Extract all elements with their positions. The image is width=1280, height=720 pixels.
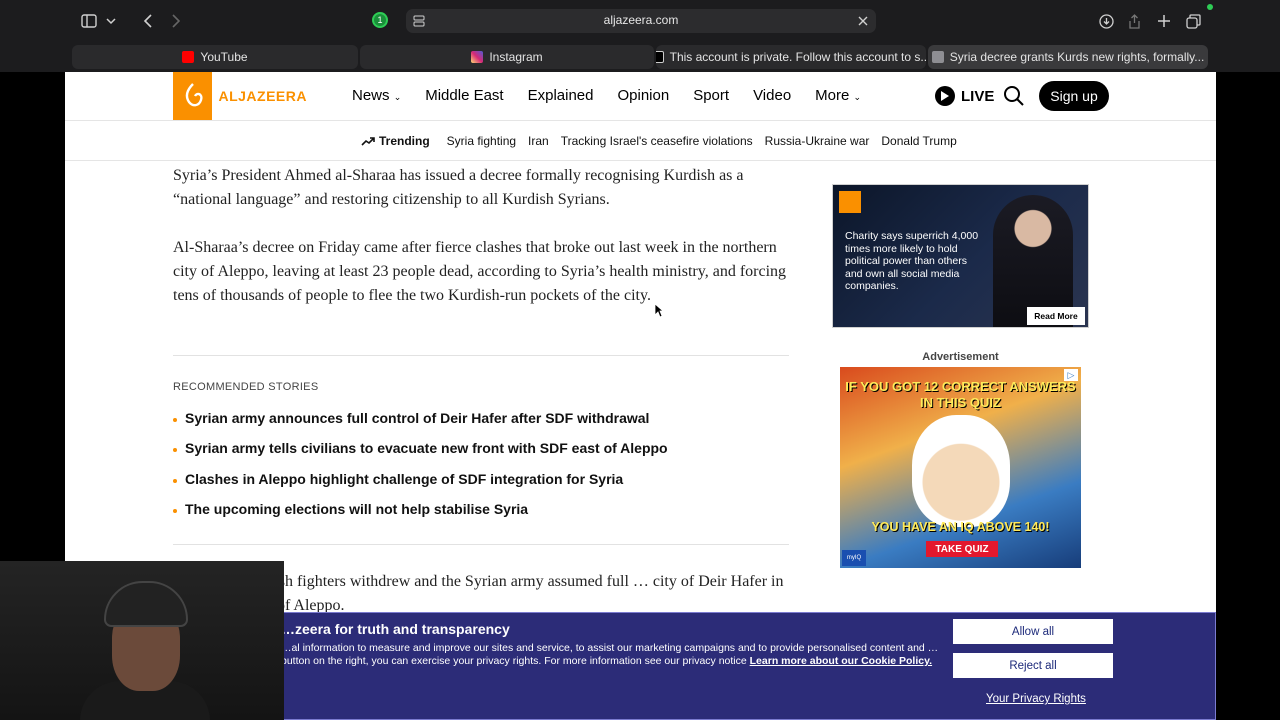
tab-tiktok[interactable]: This account is private. Follow this acc… [656, 45, 926, 69]
close-icon[interactable] [856, 13, 870, 29]
recommended-list: Syrian army announces full control of De… [173, 410, 668, 531]
back-icon[interactable] [140, 10, 156, 32]
chevron-down-icon[interactable] [104, 10, 118, 32]
ad-headline: Charity says superrich 4,000 times more … [845, 230, 979, 293]
sidebar-toggle-icon[interactable] [80, 10, 98, 32]
youtube-icon [182, 51, 195, 63]
allow-all-button[interactable]: Allow all [953, 619, 1113, 644]
download-icon[interactable] [1098, 10, 1114, 32]
trending-item[interactable]: Donald Trump [881, 134, 956, 148]
recommended-story-link[interactable]: Syrian army announces full control of De… [173, 410, 668, 440]
privacy-rights-link[interactable]: Your Privacy Rights [986, 693, 1086, 705]
nav-video[interactable]: Video [753, 87, 791, 104]
tiktok-icon [656, 51, 664, 63]
nav-opinion[interactable]: Opinion [618, 87, 670, 104]
nav-explained[interactable]: Explained [528, 87, 594, 104]
trending-item[interactable]: Iran [528, 134, 549, 148]
browser-toolbar: 1 aljazeera.com [0, 0, 1280, 42]
site-header: ALJAZEERA News ⌄ Middle East Explained O… [65, 72, 1216, 121]
trending-label: Trending [361, 134, 430, 148]
nav-sport[interactable]: Sport [693, 87, 729, 104]
sponsored-ad[interactable]: Charity says superrich 4,000 times more … [832, 184, 1089, 328]
trending-icon [361, 137, 375, 146]
address-bar[interactable]: aljazeera.com [406, 9, 876, 33]
nav-label: News [352, 87, 390, 104]
adchoices-icon[interactable]: ▷ [1064, 369, 1078, 381]
logo-text: ALJAZEERA [218, 88, 307, 104]
tab-instagram[interactable]: Instagram [360, 45, 654, 69]
url-text: aljazeera.com [603, 13, 679, 27]
trending-text: Trending [379, 134, 430, 148]
nav-more[interactable]: More ⌄ [815, 87, 861, 104]
chevron-down-icon: ⌄ [853, 92, 862, 102]
live-button[interactable]: LIVE [935, 86, 994, 106]
trending-item[interactable]: Syria fighting [447, 134, 516, 148]
ad-illustration [912, 415, 1010, 527]
tab-overview-icon[interactable] [1184, 10, 1202, 32]
divider [173, 355, 789, 356]
reject-all-button[interactable]: Reject all [953, 653, 1113, 678]
nav-middle-east[interactable]: Middle East [425, 87, 503, 104]
forward-icon[interactable] [168, 10, 184, 32]
tab-label: Instagram [489, 50, 543, 64]
screen: 1 aljazeera.com YouTube Instagram This a… [0, 0, 1280, 720]
article-paragraph: Al-Sharaa’s decree on Friday came after … [173, 239, 787, 304]
trending-item[interactable]: Tracking Israel's ceasefire violations [561, 134, 753, 148]
tab-bar: YouTube Instagram This account is privat… [0, 42, 1280, 72]
trending-item[interactable]: Russia-Ukraine war [765, 134, 870, 148]
take-quiz-button[interactable]: TAKE QUIZ [926, 541, 998, 557]
site-icon [931, 51, 944, 63]
instagram-icon [471, 51, 484, 63]
live-label: LIVE [961, 87, 995, 105]
tab-label: This account is private. Follow this acc… [669, 50, 926, 64]
webcam-person-cap [104, 581, 188, 627]
tab-label: Syria decree grants Kurds new rights, fo… [949, 50, 1205, 64]
share-icon[interactable] [1126, 10, 1142, 32]
iq-quiz-ad[interactable]: IF YOU GOT 12 CORRECT ANSWERS IN THIS QU… [840, 367, 1081, 568]
recommended-story-link[interactable]: Syrian army tells civilians to evacuate … [173, 440, 668, 470]
nav-label: More [815, 87, 850, 104]
ad-headline: IF YOU GOT 12 CORRECT ANSWERS IN THIS QU… [845, 379, 1076, 410]
main-nav: News ⌄ Middle East Explained Opinion Spo… [352, 87, 885, 104]
read-more-button[interactable]: Read More [1027, 307, 1085, 325]
advertisement-label: Advertisement [922, 351, 999, 363]
signup-button[interactable]: Sign up [1039, 81, 1109, 111]
trending-bar: Trending Syria fighting Iran Tracking Is… [65, 122, 1216, 161]
cookie-text: …al information to measure and improve o… [281, 642, 941, 668]
chevron-down-icon: ⌄ [393, 92, 402, 102]
aljazeera-logo-icon [173, 72, 213, 120]
mouse-cursor-icon [654, 303, 664, 318]
webcam-overlay [0, 561, 284, 720]
article-body: Syria’s President Ahmed al-Sharaa has is… [173, 164, 793, 332]
recommended-story-link[interactable]: The upcoming elections will not help sta… [173, 501, 668, 531]
tab-youtube[interactable]: YouTube [72, 45, 358, 69]
recommended-heading: RECOMMENDED STORIES [173, 381, 319, 393]
extension-badge[interactable]: 1 [372, 12, 388, 28]
play-icon [935, 86, 955, 106]
tab-aljazeera[interactable]: Syria decree grants Kurds new rights, fo… [928, 45, 1208, 69]
cookie-policy-link[interactable]: Learn more about our Cookie Policy. [750, 655, 932, 667]
new-tab-icon[interactable] [1156, 10, 1172, 32]
divider [173, 544, 789, 545]
article-paragraph: Syria’s President Ahmed al-Sharaa has is… [173, 167, 744, 208]
recommended-story-link[interactable]: Clashes in Aleppo highlight challenge of… [173, 471, 668, 501]
ad-brand-logo: myIQ [842, 550, 866, 566]
aljazeera-logo[interactable]: ALJAZEERA [173, 72, 307, 120]
recording-indicator [1207, 4, 1213, 10]
tab-label: YouTube [200, 50, 248, 64]
aljazeera-logo-icon [839, 191, 861, 213]
search-icon[interactable] [1003, 85, 1025, 107]
nav-news[interactable]: News ⌄ [352, 87, 401, 104]
cookie-title: …zeera for truth and transparency [281, 621, 510, 637]
ad-subheadline: YOU HAVE AN IQ ABOVE 140! [871, 520, 1050, 534]
